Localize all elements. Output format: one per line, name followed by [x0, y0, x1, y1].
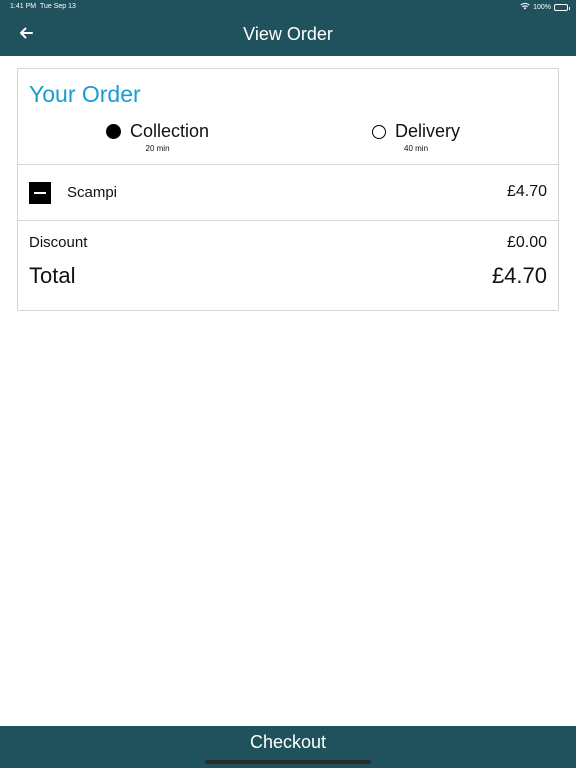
collection-time: 20 min [145, 144, 170, 153]
item-price: £4.70 [506, 183, 547, 200]
radio-unselected-icon [372, 124, 386, 139]
status-right: 100% [520, 2, 570, 12]
item-name: Scampi [67, 184, 118, 201]
order-card: Your Order Collection 20 min Delivery 40… [17, 68, 559, 311]
collection-label: Collection [130, 121, 210, 141]
radio-selected-icon [106, 124, 121, 139]
battery-percent: 100% [533, 3, 551, 11]
status-time: 1:41 PM [10, 3, 37, 10]
nav-bar: View Order [0, 14, 576, 56]
delivery-option[interactable]: Delivery 40 min [372, 121, 460, 153]
battery-icon [554, 3, 570, 11]
status-bar: 1:41 PM Tue Sep 13 100% [0, 0, 576, 14]
wifi-icon [520, 2, 530, 12]
checkout-button[interactable]: Checkout [0, 726, 576, 768]
divider [18, 220, 558, 221]
checkout-label: Checkout [249, 732, 327, 752]
order-heading: Your Order [29, 81, 141, 107]
delivery-time: 40 min [404, 144, 429, 153]
remove-item-button[interactable] [29, 182, 51, 204]
order-item-row: Scampi £4.70 [18, 165, 558, 221]
home-indicator [205, 760, 371, 764]
total-value: £4.70 [491, 263, 547, 288]
page-title: View Order [243, 24, 333, 44]
discount-label: Discount [29, 234, 88, 251]
minus-icon [34, 192, 46, 194]
total-label: Total [29, 263, 76, 288]
collection-option[interactable]: Collection 20 min [106, 121, 209, 153]
discount-value: £0.00 [506, 234, 547, 251]
delivery-label: Delivery [395, 121, 461, 141]
status-date: Tue Sep 13 [40, 3, 76, 10]
